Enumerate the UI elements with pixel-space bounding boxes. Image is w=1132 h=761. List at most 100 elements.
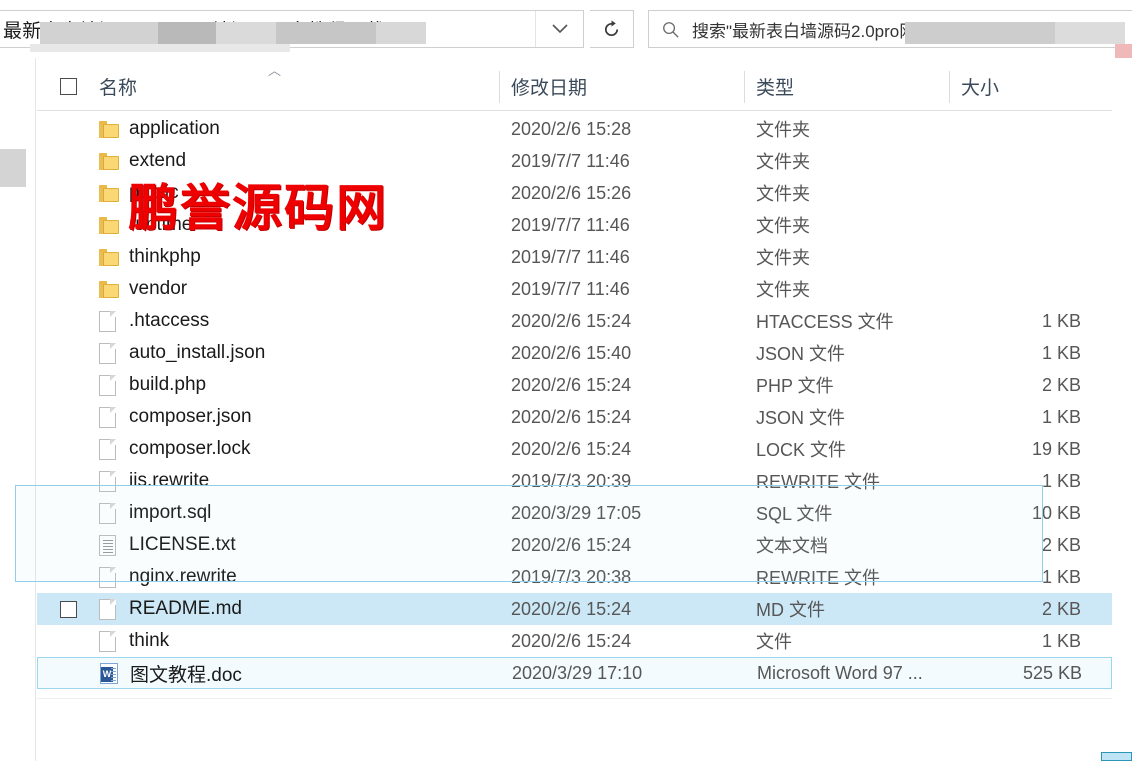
address-history-dropdown-button[interactable]	[535, 11, 583, 47]
folder-icon	[99, 248, 119, 266]
file-row[interactable]: vendor 2019/7/7 11:46 文件夹	[37, 273, 1112, 305]
file-row[interactable]: runtime 2019/7/7 11:46 文件夹	[37, 209, 1112, 241]
file-type: HTACCESS 文件	[756, 312, 894, 332]
file-size: 1 KB	[1041, 342, 1081, 363]
file-row[interactable]: import.sql 2020/3/29 17:05 SQL 文件 10 KB	[37, 497, 1112, 529]
file-icon-cell	[99, 470, 129, 492]
column-header-date-modified[interactable]: 修改日期	[499, 63, 744, 111]
chevron-right-icon[interactable]: ❯	[390, 20, 403, 38]
file-row[interactable]: W 图文教程.doc 2020/3/29 17:10 Microsoft Word 9…	[37, 657, 1112, 689]
file-type: PHP 文件	[756, 376, 834, 396]
file-row[interactable]: build.php 2020/2/6 15:24 PHP 文件 2 KB	[37, 369, 1112, 401]
file-name: composer.lock	[129, 438, 251, 459]
file-name: thinkphp	[129, 246, 201, 267]
generic-file-icon	[99, 566, 116, 588]
file-type: JSON 文件	[756, 344, 846, 364]
breadcrumb[interactable]: 最新表白墙源码2.0pro网站源码图文教程下载 ❯	[0, 16, 535, 43]
status-bar-chip	[1101, 752, 1132, 761]
file-name: auto_install.json	[129, 342, 266, 363]
file-icon-cell	[99, 120, 129, 138]
folder-icon	[99, 120, 119, 138]
file-date: 2020/2/6 15:24	[511, 598, 632, 619]
file-name: extend	[129, 150, 187, 171]
generic-file-icon	[99, 342, 116, 364]
search-icon	[663, 21, 679, 38]
file-size: 2 KB	[1041, 374, 1081, 395]
file-icon-cell	[99, 566, 129, 588]
generic-file-icon	[99, 374, 116, 396]
file-size: 1 KB	[1041, 406, 1081, 427]
generic-file-icon	[99, 598, 116, 620]
file-type: 文件	[756, 632, 792, 652]
file-size: 1 KB	[1041, 630, 1081, 651]
refresh-button[interactable]	[590, 10, 634, 48]
generic-file-icon	[99, 470, 116, 492]
file-icon-cell	[99, 438, 129, 460]
file-type: REWRITE 文件	[756, 472, 880, 492]
file-icon-cell	[99, 310, 129, 332]
file-date: 2020/2/6 15:24	[511, 310, 632, 331]
search-box[interactable]: 搜索"最新表白墙源码2.0pro网站源码图文教程下载"	[648, 10, 1132, 48]
file-icon-cell	[99, 216, 129, 234]
file-name: 图文教程.doc	[130, 664, 242, 686]
file-icon-cell	[99, 342, 129, 364]
file-type: Microsoft Word 97 ...	[757, 662, 923, 683]
select-all-checkbox[interactable]	[37, 63, 99, 111]
file-row[interactable]: think 2020/2/6 15:24 文件 1 KB	[37, 625, 1112, 657]
file-date: 2019/7/7 11:46	[511, 214, 630, 235]
breadcrumb-current-folder[interactable]: 最新表白墙源码2.0pro网站源码图文教程下载	[3, 16, 384, 43]
file-row[interactable]: thinkphp 2019/7/7 11:46 文件夹	[37, 241, 1112, 273]
file-size: 2 KB	[1041, 534, 1081, 555]
file-type: 文件夹	[756, 248, 810, 268]
file-row[interactable]: public 2020/2/6 15:26 文件夹	[37, 177, 1112, 209]
file-explorer-window: 最新表白墙源码2.0pro网站源码图文教程下载 ❯ 搜索"最新表白墙源码2.0p…	[0, 0, 1132, 761]
file-size: 19 KB	[1031, 438, 1081, 459]
file-row[interactable]: iis.rewrite 2019/7/3 20:39 REWRITE 文件 1 KB	[37, 465, 1112, 497]
file-row[interactable]: application 2020/2/6 15:28 文件夹	[37, 113, 1112, 145]
file-name: import.sql	[129, 502, 212, 523]
file-type: LOCK 文件	[756, 440, 847, 460]
navigation-pane-item[interactable]	[0, 149, 26, 187]
file-type: REWRITE 文件	[756, 568, 880, 588]
file-size: 1 KB	[1041, 310, 1081, 331]
file-row[interactable]: composer.lock 2020/2/6 15:24 LOCK 文件 19 KB	[37, 433, 1112, 465]
sort-ascending-icon: ︿	[268, 63, 282, 78]
file-name: public	[129, 182, 179, 203]
file-date: 2020/2/6 15:24	[511, 374, 632, 395]
column-header-name[interactable]: 名称	[99, 63, 499, 111]
search-input-placeholder[interactable]: 搜索"最新表白墙源码2.0pro网站源码图文教程下载"	[692, 17, 1075, 42]
chevron-down-icon	[551, 24, 568, 34]
file-type: 文件夹	[756, 184, 810, 204]
file-row[interactable]: extend 2019/7/7 11:46 文件夹	[37, 145, 1112, 177]
file-date: 2020/2/6 15:24	[511, 406, 632, 427]
row-checkbox[interactable]	[37, 600, 99, 618]
file-date: 2019/7/7 11:46	[511, 246, 630, 267]
checkbox-icon	[60, 600, 77, 618]
file-row[interactable]: README.md 2020/2/6 15:24 MD 文件 2 KB	[37, 593, 1112, 625]
file-icon-cell	[99, 374, 129, 396]
column-header-size[interactable]: 大小	[949, 63, 1089, 111]
address-bar[interactable]: 最新表白墙源码2.0pro网站源码图文教程下载 ❯	[0, 10, 584, 48]
file-name: application	[129, 118, 220, 139]
folder-icon	[99, 280, 119, 298]
file-row[interactable]: nginx.rewrite 2019/7/3 20:38 REWRITE 文件 1 K…	[37, 561, 1112, 593]
file-row[interactable]: LICENSE.txt 2020/2/6 15:24 文本文档 2 KB	[37, 529, 1112, 561]
file-row[interactable]: .htaccess 2020/2/6 15:24 HTACCESS 文件 1 KB	[37, 305, 1112, 337]
file-date: 2020/3/29 17:10	[512, 662, 643, 683]
file-type: 文本文档	[756, 536, 828, 556]
file-name: think	[129, 630, 170, 651]
file-name: README.md	[129, 598, 242, 619]
file-list[interactable]: application 2020/2/6 15:28 文件夹 extend 2019/7…	[37, 113, 1112, 698]
list-bottom-divider	[37, 698, 1112, 699]
refresh-icon	[604, 19, 619, 36]
file-date: 2020/2/6 15:26	[511, 182, 632, 203]
file-row[interactable]: auto_install.json 2020/2/6 15:40 JSON 文件 1 …	[37, 337, 1112, 369]
file-size: 1 KB	[1041, 566, 1081, 587]
file-row[interactable]: composer.json 2020/2/6 15:24 JSON 文件 1 KB	[37, 401, 1112, 433]
column-header-size-label: 大小	[961, 78, 1000, 99]
file-date: 2019/7/3 20:39	[511, 470, 632, 491]
column-header-type[interactable]: 类型	[744, 63, 949, 111]
file-size: 1 KB	[1041, 470, 1081, 491]
generic-file-icon	[99, 310, 116, 332]
file-name: runtime	[129, 214, 193, 235]
